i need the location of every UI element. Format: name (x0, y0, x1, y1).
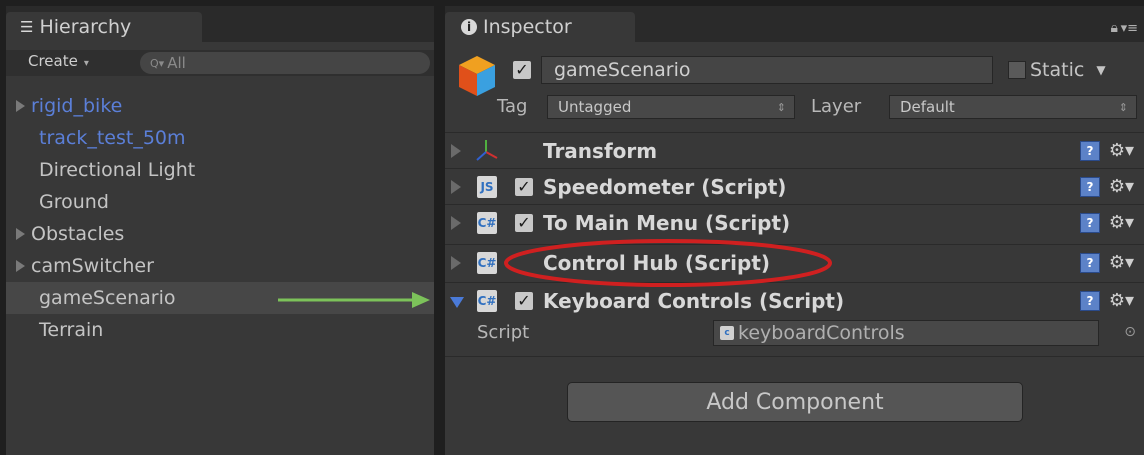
pointer-arrow (278, 292, 430, 308)
highlight-ellipse (504, 239, 832, 287)
annotation-overlay (278, 239, 832, 308)
